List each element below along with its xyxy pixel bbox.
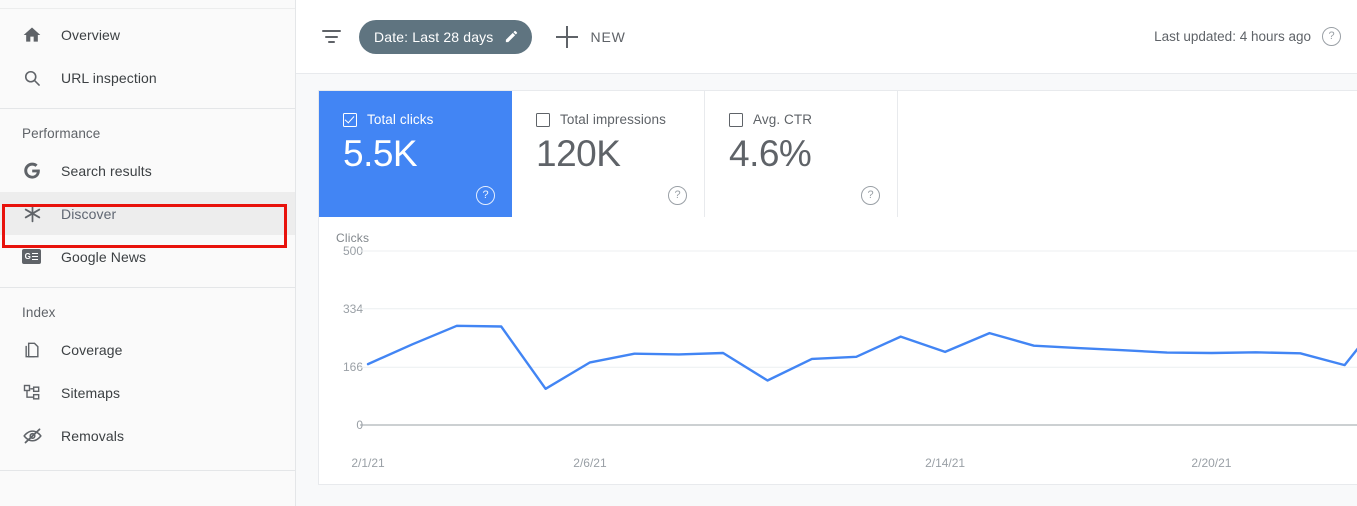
- sidebar-item-removals[interactable]: Removals: [0, 414, 295, 457]
- sidebar-group-index: Index Coverage Sitemaps Removals: [0, 288, 295, 461]
- last-updated-text: Last updated: 4 hours ago: [1154, 29, 1311, 44]
- sidebar-item-search-results[interactable]: Search results: [0, 149, 295, 192]
- metric-help[interactable]: ?: [476, 186, 495, 205]
- chart-x-tick: 2/14/21: [925, 456, 966, 470]
- sidebar-item-sitemaps[interactable]: Sitemaps: [0, 371, 295, 414]
- metric-value: 120K: [536, 133, 621, 174]
- chart-wrapper: Clicks 0 166 334 500 2/1/21 2/6/21 2/14/21 2/2…: [319, 217, 1357, 484]
- google-news-icon: G: [22, 249, 48, 264]
- sidebar-group-performance: Performance Search results Discover G Go…: [0, 109, 295, 282]
- sidebar-group-main: Overview URL inspection: [0, 9, 295, 103]
- sidebar-item-label: Sitemaps: [61, 384, 121, 401]
- sidebar-section-performance: Performance: [22, 126, 101, 141]
- plus-icon: [556, 25, 579, 48]
- performance-chart-card: Clicks 0 166 334 500 2/1/21 2/6/21 2/14/21 2/2…: [318, 217, 1357, 485]
- metric-help[interactable]: ?: [861, 186, 880, 205]
- chart-x-tick: 2/6/21: [573, 456, 607, 470]
- filter-icon[interactable]: [318, 24, 344, 50]
- metrics-spacer: [898, 91, 1357, 217]
- toolbar-right: Last updated: 4 hours ago ?: [1154, 27, 1357, 46]
- metric-checkbox[interactable]: [536, 112, 550, 127]
- metric-card-total-impressions[interactable]: Total impressions 120K ?: [512, 91, 705, 217]
- metric-value: 4.6%: [729, 133, 812, 174]
- search-console-app: Overview URL inspection Performance Sear…: [0, 0, 1357, 506]
- help-circle-icon[interactable]: ?: [668, 186, 687, 205]
- help-circle-icon[interactable]: ?: [861, 186, 880, 205]
- content-area: Total clicks 5.5K ? Total impressions 12…: [296, 74, 1357, 485]
- metric-help[interactable]: ?: [668, 186, 687, 205]
- metric-header: Total impressions: [536, 112, 704, 127]
- sitemap-icon: [22, 383, 48, 403]
- sidebar-item-label: Google News: [61, 248, 147, 265]
- sidebar-item-google-news[interactable]: G Google News: [0, 235, 295, 278]
- home-icon: [22, 25, 48, 45]
- new-button[interactable]: NEW: [556, 25, 626, 48]
- new-button-label: NEW: [590, 28, 626, 45]
- clicks-line-chart: [360, 250, 1357, 426]
- sidebar-item-label: Search results: [61, 162, 152, 179]
- metric-name: Avg. CTR: [753, 112, 813, 127]
- chart-x-tick-labels: 2/1/212/6/212/14/212/20/212/28/21: [319, 456, 1357, 472]
- sidebar-item-label: Discover: [61, 205, 117, 222]
- metric-card-total-clicks[interactable]: Total clicks 5.5K ?: [319, 91, 512, 217]
- sidebar-item-label: Overview: [61, 26, 121, 43]
- sidebar-divider: [0, 470, 295, 471]
- chart-x-tick: 2/20/21: [1191, 456, 1232, 470]
- pencil-icon: [504, 29, 519, 44]
- help-circle-icon[interactable]: ?: [1322, 27, 1341, 46]
- metric-header: Avg. CTR: [729, 112, 897, 127]
- sidebar-item-label: Removals: [61, 427, 125, 444]
- search-icon: [22, 68, 48, 88]
- metric-name: Total impressions: [560, 112, 666, 127]
- help-circle-icon[interactable]: ?: [476, 186, 495, 205]
- eye-off-icon: [22, 425, 48, 446]
- sidebar-section-index: Index: [22, 305, 56, 320]
- toolbar: Date: Last 28 days NEW Last updated: 4 h…: [296, 0, 1357, 74]
- sidebar-item-discover[interactable]: Discover: [0, 192, 295, 235]
- sidebar: Overview URL inspection Performance Sear…: [0, 0, 296, 506]
- metric-value: 5.5K: [343, 133, 418, 174]
- sidebar-item-coverage[interactable]: Coverage: [0, 328, 295, 371]
- metric-checkbox-checked[interactable]: [343, 112, 357, 127]
- google-g-icon: [22, 161, 48, 181]
- metrics-card: Total clicks 5.5K ? Total impressions 12…: [318, 90, 1357, 217]
- date-filter-chip[interactable]: Date: Last 28 days: [359, 19, 533, 54]
- metric-checkbox[interactable]: [729, 112, 743, 127]
- sidebar-item-label: Coverage: [61, 341, 123, 358]
- sidebar-item-url-inspection[interactable]: URL inspection: [0, 56, 295, 99]
- chart-x-tick: 2/1/21: [351, 456, 385, 470]
- metric-name: Total clicks: [367, 112, 434, 127]
- asterisk-icon: [22, 203, 48, 224]
- copy-pages-icon: [22, 340, 48, 360]
- metric-header: Total clicks: [343, 112, 512, 127]
- date-filter-label: Date: Last 28 days: [374, 28, 494, 45]
- sidebar-item-label: URL inspection: [61, 69, 157, 86]
- sidebar-top-rule: [0, 0, 295, 9]
- metric-card-avg-ctr[interactable]: Avg. CTR 4.6% ?: [705, 91, 898, 217]
- main-panel: Date: Last 28 days NEW Last updated: 4 h…: [296, 0, 1357, 506]
- sidebar-item-overview[interactable]: Overview: [0, 13, 295, 56]
